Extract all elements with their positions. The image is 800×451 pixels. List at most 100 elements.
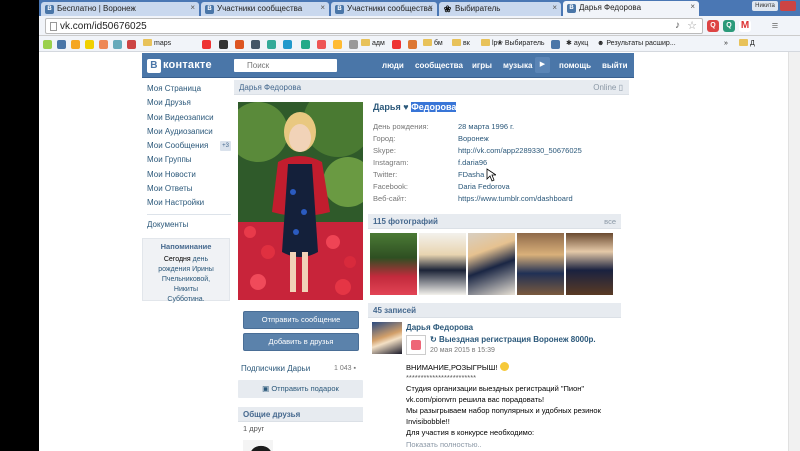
bookmark-icon[interactable] [349,40,358,49]
photos-header[interactable]: 115 фотографий все [368,214,621,229]
tab-2[interactable]: В Участники сообщества × [201,2,329,16]
star-icon[interactable]: ☆ [687,19,697,32]
user-badge[interactable]: Никита [752,1,778,11]
close-icon[interactable]: × [190,3,195,12]
repost-date[interactable]: 20 мая 2015 в 15:39 [430,347,495,354]
bookmark-icon[interactable] [251,40,260,49]
photo-thumbnail[interactable] [419,233,466,295]
omnibox[interactable]: ♪ ☆ [45,18,703,34]
bookmark-bm[interactable]: бм [423,39,443,49]
post-author-avatar[interactable] [372,322,402,354]
bookmark-icon[interactable] [301,40,310,49]
bookmark-icon[interactable] [71,40,80,49]
bookmark-icon[interactable] [392,40,401,49]
show-more-link[interactable]: Показать полностью.. [406,440,482,449]
menu-documents[interactable]: Документы [147,218,231,232]
info-value[interactable]: f.daria96 [458,158,487,167]
bookmark-search-results[interactable]: ☻ Результаты расшир... [597,39,676,49]
menu-my-page[interactable]: Моя Страница [147,82,231,96]
extension-icon[interactable]: Q [707,20,719,32]
menu-my-settings[interactable]: Мои Настройки [147,196,231,210]
profile-avatar[interactable] [238,102,363,300]
bookmark-chooser[interactable]: ❀ Выбиратель [497,39,545,49]
bookmark-adm[interactable]: адм [361,39,385,49]
menu-my-audio[interactable]: Мои Аудиозаписи [147,125,231,139]
add-friend-button[interactable]: Добавить в друзья [243,333,359,351]
close-icon[interactable]: × [552,3,557,12]
page-scrollbar[interactable] [788,52,800,451]
repost-group-avatar[interactable] [406,335,426,355]
bookmark-icon[interactable] [43,40,52,49]
extension-icon[interactable]: Q [723,20,735,32]
photo-thumbnail[interactable] [370,233,417,295]
bookmark-other[interactable]: Д [739,39,755,49]
bookmark-icon[interactable] [57,40,66,49]
bookmark-icon[interactable] [408,40,417,49]
close-icon[interactable]: × [320,3,325,12]
info-value[interactable]: http://vk.com/app2289330_50676025 [458,146,582,155]
play-icon[interactable]: ▶ [535,57,550,73]
tab-4[interactable]: ❀ Выбиратель × [439,2,561,16]
bookmark-lp[interactable]: lp [481,39,497,49]
nav-people[interactable]: люди [382,61,404,70]
photos-all-link[interactable]: все [604,217,616,226]
bookmark-icon[interactable] [219,40,228,49]
bookmark-icon[interactable] [283,40,292,49]
bookmark-icon[interactable] [85,40,94,49]
menu-my-videos[interactable]: Мои Видеозаписи [147,111,231,125]
bookmark-icon[interactable] [333,40,342,49]
bookmark-icon[interactable] [113,40,122,49]
nav-music[interactable]: музыка [503,61,532,70]
bookmark-vk[interactable]: вк [452,39,470,49]
info-value[interactable]: 28 марта 1996 г. [458,122,514,131]
info-value[interactable]: FDasha [458,170,484,179]
bookmark-auction[interactable]: ✱ аукц [566,39,588,49]
menu-my-messages[interactable]: Мои Сообщения +3 [147,139,231,153]
window-close-button[interactable] [780,1,796,11]
send-message-button[interactable]: Отправить сообщение [243,311,359,329]
reminder-link[interactable]: Никиты [174,286,198,293]
menu-my-groups[interactable]: Мои Группы [147,153,231,167]
info-value[interactable]: Daria Fedorova [458,182,510,191]
nav-games[interactable]: игры [472,61,492,70]
nav-communities[interactable]: сообщества [415,61,463,70]
tab-3[interactable]: В Участники сообщества × [331,2,437,16]
bookmark-icon[interactable] [551,40,560,49]
common-friends-header[interactable]: Общие друзья [238,407,363,422]
subscribers-link[interactable]: Подписчики Дарьи [241,364,310,373]
bookmark-icon[interactable] [127,40,136,49]
nav-help[interactable]: помощь [559,61,591,70]
reminder-link[interactable]: Субботина. [167,296,204,303]
bookmark-maps[interactable]: maps [143,39,171,49]
reminder-link[interactable]: рождения [158,266,190,273]
post-author[interactable]: Дарья Федорова [406,323,473,332]
nav-logout[interactable]: выйти [602,61,628,70]
bookmark-icon[interactable] [99,40,108,49]
menu-my-answers[interactable]: Мои Ответы [147,182,231,196]
reminder-link[interactable]: Пчельниковой, [162,276,210,283]
close-icon[interactable]: × [428,3,433,12]
gmail-icon[interactable]: M [739,20,751,32]
photo-thumbnail[interactable] [468,233,515,295]
bookmark-icon[interactable] [235,40,244,49]
reminder-link[interactable]: день [193,256,209,263]
friend-avatar[interactable] [243,440,273,451]
vk-search-input[interactable] [234,59,337,72]
menu-icon[interactable]: ≡ [769,20,781,32]
info-value[interactable]: https://www.tumblr.com/dashboard [458,194,573,203]
menu-my-news[interactable]: Мои Новости [147,168,231,182]
bookmark-icon[interactable] [267,40,276,49]
bookmark-icon[interactable] [317,40,326,49]
posts-header[interactable]: 45 записей [368,303,621,318]
close-icon[interactable]: × [690,2,695,11]
tab-1[interactable]: В Бесплатно | Воронеж × [41,2,199,16]
repost-title[interactable]: ↻ Выездная регистрация Воронеж 8000р. [430,335,596,344]
menu-my-friends[interactable]: Мои Друзья [147,96,231,110]
send-gift-button[interactable]: ▣ Отправить подарок [238,380,363,398]
bookmarks-more[interactable]: » [724,39,728,49]
info-value[interactable]: Воронеж [458,134,489,143]
reminder-link[interactable]: Ирины [192,266,214,273]
youtube-icon[interactable] [202,40,211,49]
vk-logo[interactable]: Вконтакте [147,58,212,73]
url-input[interactable] [60,20,660,32]
